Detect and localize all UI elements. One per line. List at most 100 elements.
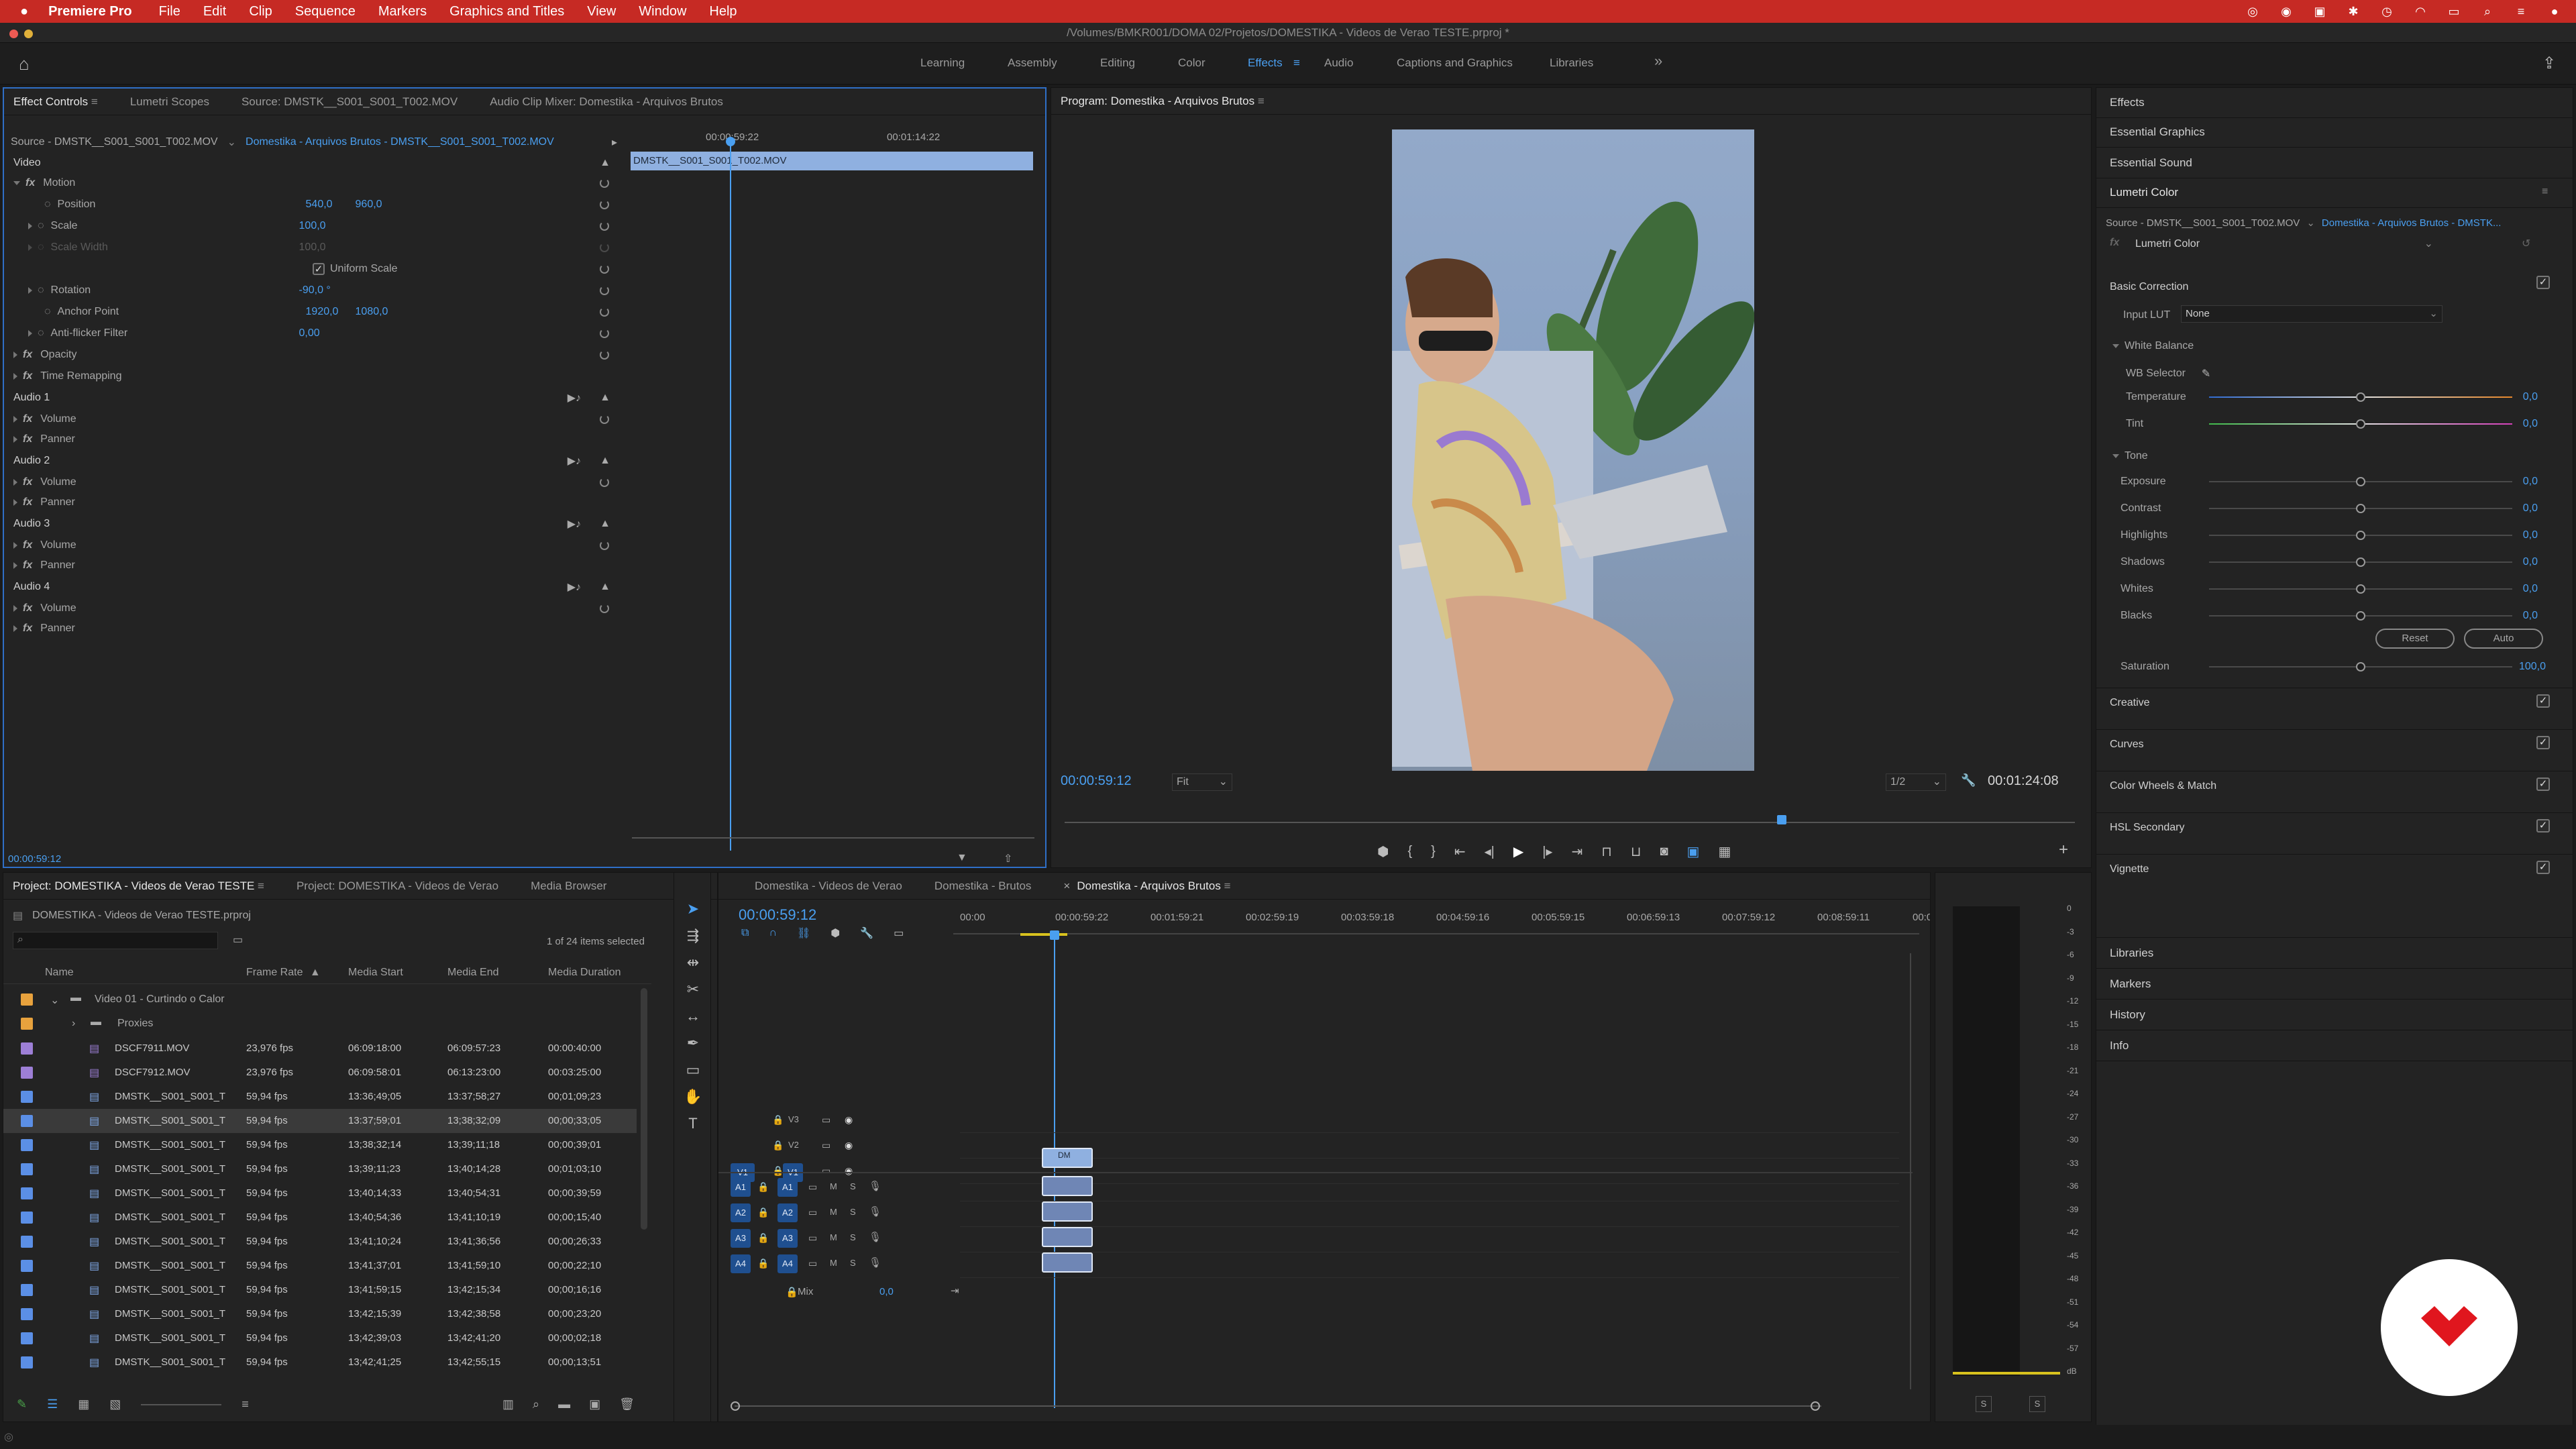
sync-lock-icon[interactable]: ▭	[808, 1232, 817, 1244]
slip-tool-icon[interactable]: ↔	[684, 1007, 702, 1026]
audio-clip-a1[interactable]	[1042, 1176, 1093, 1196]
tab-media-browser[interactable]: Media Browser	[531, 879, 606, 893]
workspace-more-button[interactable]: »	[1654, 52, 1662, 70]
fit-dropdown[interactable]: Fit ⌄	[1172, 773, 1232, 791]
col-media-duration[interactable]: Media Duration	[548, 967, 621, 979]
lock-icon[interactable]: 🔒	[772, 1114, 784, 1126]
lock-icon[interactable]: 🔒	[757, 1181, 769, 1193]
lock-icon[interactable]: 🔒	[772, 1165, 784, 1177]
track-target-a1[interactable]: A1	[777, 1178, 798, 1197]
selection-tool-icon[interactable]: ➤	[684, 900, 702, 918]
lock-icon[interactable]: 🔒	[757, 1207, 769, 1218]
uniform-scale-checkbox[interactable]: ✓	[313, 263, 325, 275]
label-swatch[interactable]	[21, 1187, 33, 1199]
program-scrubber[interactable]	[1065, 815, 2075, 824]
eye-icon[interactable]: ◉	[845, 1165, 853, 1177]
project-row[interactable]: ▤ DMSTK__S001_S001_T 59,94 fps 13;42;39;03 1…	[3, 1326, 637, 1350]
position-x-value[interactable]: 540,0	[306, 199, 356, 211]
rotation-value[interactable]: -90,0 °	[299, 284, 331, 297]
audio-clip-a3[interactable]	[1042, 1227, 1093, 1247]
ec-panner-row[interactable]: fx Panner	[4, 555, 621, 576]
sync-lock-icon[interactable]: ▭	[808, 1207, 817, 1218]
label-swatch[interactable]	[21, 1284, 33, 1296]
wifi-icon[interactable]: ◠	[2412, 5, 2428, 18]
project-row[interactable]: ▤ DSCF7912.MOV 23,976 fps 06:09:58:01 06:13:…	[3, 1061, 637, 1085]
audio-effect-icon[interactable]: ▶♪	[568, 517, 581, 531]
solo-button[interactable]: S	[850, 1258, 856, 1268]
sync-lock-icon[interactable]: ▭	[822, 1114, 830, 1126]
label-swatch[interactable]	[21, 994, 33, 1006]
collapse-icon[interactable]: ▲	[600, 518, 610, 530]
resolution-dropdown[interactable]: 1/2 ⌄	[1886, 773, 1946, 791]
anchor-y-value[interactable]: 1080,0	[356, 306, 388, 318]
project-row[interactable]: ▤ DMSTK__S001_S001_T 59,94 fps 13:36;49;05 1…	[3, 1085, 637, 1109]
workspace-audio[interactable]: Audio	[1324, 56, 1353, 70]
white-balance-header[interactable]: White Balance	[2112, 340, 2194, 352]
program-timecode[interactable]: 00:00:59:12	[1061, 773, 1132, 789]
track-target-a2[interactable]: A2	[777, 1203, 798, 1222]
source-patch-a4[interactable]: A4	[731, 1254, 751, 1273]
project-row[interactable]: ▤ DMSTK__S001_S001_T 59,94 fps 13:37;59;01 1…	[3, 1109, 637, 1133]
sync-lock-icon[interactable]: ▭	[808, 1258, 817, 1269]
timeline-playhead-handle[interactable]	[1050, 930, 1059, 940]
ec-zoom-scrollbar[interactable]	[632, 837, 1034, 839]
libraries-panel-header[interactable]: Libraries	[2110, 947, 2153, 960]
menu-clip[interactable]: Clip	[249, 4, 272, 19]
slider-knob-highlights[interactable]	[2356, 531, 2365, 540]
lumetri-source-label[interactable]: Source - DMSTK__S001_S001_T002.MOV	[2106, 217, 2300, 229]
project-scrollbar[interactable]	[641, 988, 647, 1230]
ec-timecode[interactable]: 00:00:59:12	[8, 853, 61, 865]
find-icon[interactable]: ⌕	[533, 1397, 539, 1411]
slider-value-contrast[interactable]: 0,0	[2523, 502, 2538, 515]
project-row[interactable]: ▤ DMSTK__S001_S001_T 59,94 fps 13;38;32;14 1…	[3, 1133, 637, 1157]
rectangle-tool-icon[interactable]: ▭	[684, 1061, 702, 1079]
effects-panel-header[interactable]: Effects	[2110, 96, 2145, 109]
input-lut-dropdown[interactable]: None ⌄	[2181, 305, 2443, 323]
tab-seq-brutos[interactable]: Domestika - Brutos	[934, 879, 1032, 893]
add-button-icon[interactable]: +	[2059, 841, 2068, 859]
lumetri-section-checkbox[interactable]: ✓	[2536, 777, 2550, 791]
lumetri-section-4[interactable]: Vignette	[2110, 863, 2149, 875]
col-media-start[interactable]: Media Start	[348, 967, 403, 979]
step-back-icon[interactable]: ◂|	[1485, 843, 1495, 860]
project-search-input[interactable]: ⌕	[13, 932, 218, 949]
timeline-horizontal-scrollbar[interactable]	[731, 1401, 1821, 1411]
slider-knob-exposure[interactable]	[2356, 477, 2365, 486]
type-tool-icon[interactable]: T	[684, 1114, 702, 1133]
project-row[interactable]: ▤ DMSTK__S001_S001_T 59,94 fps 13;42;41;25 1…	[3, 1350, 637, 1375]
icon-view-icon[interactable]: ▦	[78, 1397, 89, 1411]
lumetri-section-0[interactable]: Creative	[2110, 697, 2150, 709]
mute-button[interactable]: M	[830, 1207, 837, 1217]
slider-knob-tint[interactable]	[2356, 419, 2365, 429]
label-swatch[interactable]	[21, 1356, 33, 1368]
menu-sequence[interactable]: Sequence	[295, 4, 356, 19]
app-menu[interactable]: Premiere Pro	[48, 4, 132, 19]
eye-icon[interactable]: ◉	[845, 1114, 853, 1126]
siri-icon[interactable]: ●	[2546, 5, 2563, 18]
label-swatch[interactable]	[21, 1115, 33, 1127]
mute-button[interactable]: M	[830, 1232, 837, 1242]
slider-knob-blacks[interactable]	[2356, 611, 2365, 621]
menu-edit[interactable]: Edit	[203, 4, 226, 19]
project-row[interactable]: ▤ DMSTK__S001_S001_T 59,94 fps 13;42;15;39 1…	[3, 1302, 637, 1326]
av-divider[interactable]	[718, 1172, 1913, 1173]
history-panel-header[interactable]: History	[2110, 1008, 2145, 1022]
snap-icon[interactable]: ∩	[769, 927, 777, 939]
step-forward-icon[interactable]: |▸	[1542, 843, 1552, 860]
markers-panel-header[interactable]: Markers	[2110, 977, 2151, 991]
ec-panner-row[interactable]: fx Panner	[4, 492, 621, 513]
mark-in-icon[interactable]: {	[1407, 844, 1412, 859]
scroll-start-handle[interactable]	[731, 1401, 740, 1411]
tone-reset-button[interactable]: Reset	[2375, 629, 2455, 649]
slider-value-tint[interactable]: 0,0	[2523, 418, 2538, 430]
go-to-end-icon[interactable]: ⇥	[951, 1285, 959, 1297]
timeline-vertical-scrollbar[interactable]	[1910, 953, 1911, 1389]
slider-knob-contrast[interactable]	[2356, 504, 2365, 513]
pencil-icon[interactable]: ✎	[17, 1397, 27, 1411]
lumetri-section-checkbox[interactable]: ✓	[2536, 694, 2550, 708]
collapse-icon[interactable]: ▲	[600, 455, 610, 467]
slider-value-temperature[interactable]: 0,0	[2523, 391, 2538, 403]
microphone-icon[interactable]: 🎙	[869, 1231, 881, 1243]
tab-project-verao[interactable]: Project: DOMESTIKA - Videos de Verao	[297, 879, 498, 893]
slider-value-saturation[interactable]: 100,0	[2519, 661, 2546, 673]
